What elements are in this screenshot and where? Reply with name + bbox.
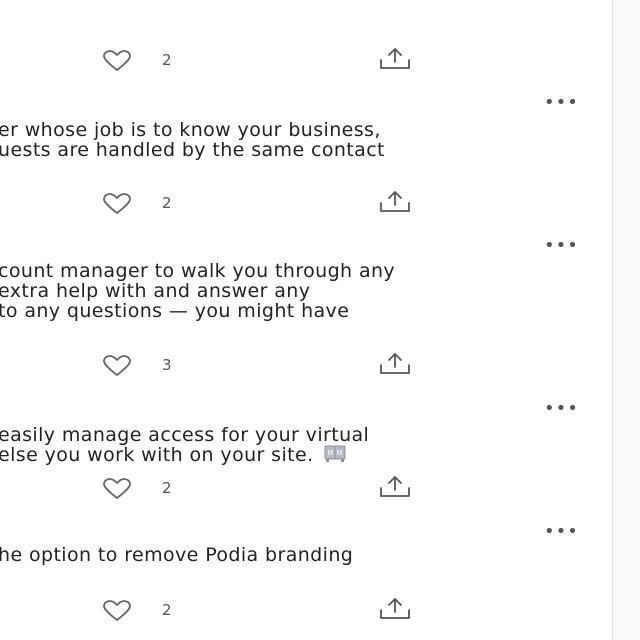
like-button[interactable] (100, 598, 136, 622)
post-feed: 2 ••• er whose job is to know your busin… (0, 0, 612, 640)
like-count: 2 (162, 51, 172, 69)
post-text-line: uests are handled by the same contact (0, 139, 385, 161)
post-text: er whose job is to know your business, u… (0, 120, 598, 160)
more-options-button[interactable]: ••• (544, 523, 578, 541)
post-actions: 2 (0, 476, 600, 500)
more-options-icon: ••• (544, 521, 579, 542)
heart-icon (103, 600, 131, 621)
more-options-button[interactable]: ••• (544, 400, 578, 418)
share-button[interactable] (376, 189, 414, 215)
share-button[interactable] (376, 46, 414, 72)
post-text-line: er whose job is to know your business, (0, 119, 381, 141)
side-panel (613, 0, 640, 640)
share-button[interactable] (376, 474, 414, 500)
heart-icon (103, 478, 131, 499)
more-options-icon: ••• (544, 92, 579, 113)
like-count: 2 (162, 601, 172, 619)
post-text-line: else you work with on your site. (0, 444, 314, 466)
post-text: count manager to walk you through any ex… (0, 261, 598, 321)
post-text-line: to any questions — you might have (0, 300, 350, 322)
share-button[interactable] (376, 351, 414, 377)
file-cabinet-emoji (324, 445, 346, 462)
more-options-icon: ••• (544, 235, 579, 256)
like-button[interactable] (100, 191, 136, 215)
heart-icon (103, 50, 131, 71)
share-icon (380, 476, 410, 497)
share-icon (380, 48, 410, 69)
post-text-line: easily manage access for your virtual (0, 424, 370, 446)
post-text-line-with-emoji: else you work with on your site. (0, 445, 598, 465)
more-options-button[interactable]: ••• (544, 94, 578, 112)
like-button[interactable] (100, 476, 136, 500)
share-icon (380, 191, 410, 212)
post-actions: 3 (0, 353, 600, 377)
post-actions: 2 (0, 191, 600, 215)
heart-icon (103, 193, 131, 214)
post-text-line: extra help with and answer any (0, 280, 311, 302)
share-icon (380, 598, 410, 619)
post-actions: 2 (0, 598, 600, 622)
like-count: 3 (162, 356, 172, 374)
like-count: 2 (162, 479, 172, 497)
share-button[interactable] (376, 596, 414, 622)
like-count: 2 (162, 194, 172, 212)
more-options-button[interactable]: ••• (544, 237, 578, 255)
heart-icon (103, 355, 131, 376)
more-options-icon: ••• (544, 398, 579, 419)
post-text: he option to remove Podia branding (0, 545, 598, 565)
share-icon (380, 353, 410, 374)
like-button[interactable] (100, 48, 136, 72)
post-text-line: count manager to walk you through any (0, 260, 396, 282)
post-actions: 2 (0, 48, 600, 72)
like-button[interactable] (100, 353, 136, 377)
post-text: easily manage access for your virtual el… (0, 425, 598, 465)
post-text-line: he option to remove Podia branding (0, 544, 354, 566)
